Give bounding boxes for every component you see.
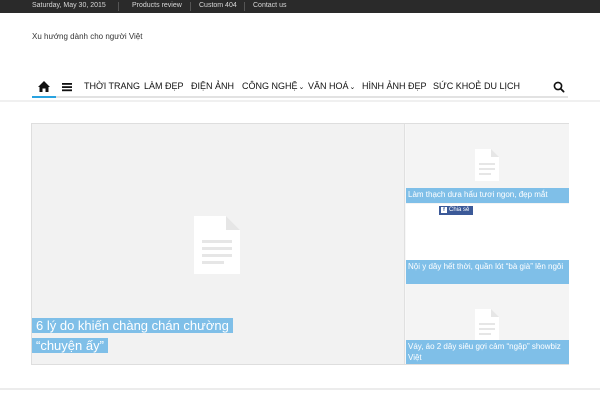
search-icon [553,81,565,93]
nav-item-van-hoa[interactable]: VĂN HOÁ⌄ [308,81,355,91]
share-label: Chia sẻ [449,207,470,213]
top-bar: Saturday, May 30, 2015 Products review C… [0,0,600,13]
nav-item-hinh-anh-dep[interactable]: HÌNH ẢNH ĐẸP [362,81,427,91]
featured-grid: 6 lý do khiến chàng chán chường “chuyện … [31,123,569,365]
facebook-icon: f [441,207,447,213]
nav-shadow [0,100,600,102]
nav-item-cong-nghe[interactable]: CÔNG NGHỆ⌄ [242,81,304,91]
site-tagline: Xu hướng dành cho người Việt [32,32,143,41]
nav-item-label: VĂN HOÁ [308,81,349,91]
chevron-down-icon: ⌄ [298,84,305,91]
featured-main-title[interactable]: 6 lý do khiến chàng chán chường “chuyện … [32,316,233,356]
home-icon [38,81,50,92]
menu-icon [62,83,72,92]
divider [190,2,191,11]
nav-item-dien-anh[interactable]: ĐIỆN ẢNH [191,81,234,91]
document-icon [194,216,240,274]
nav-item-lam-dep[interactable]: LÀM ĐẸP [144,81,184,91]
featured-side-article-1[interactable]: Làm thạch dưa hấu tươi ngon, đẹp mắt [406,124,569,204]
divider [244,2,245,11]
featured-side-article-2[interactable]: Nội y dây hết thời, quần lót “bà già” lê… [406,204,569,284]
featured-side-title[interactable]: Váy, áo 2 dây siêu gợi cảm “ngập” showbi… [406,340,569,364]
featured-main-title-text: 6 lý do khiến chàng chán chường “chuyện … [32,318,233,353]
document-icon [475,309,499,341]
nav-item-suc-khoe[interactable]: SỨC KHOẺ [433,81,481,91]
featured-side-title[interactable]: Làm thạch dưa hấu tươi ngon, đẹp mắt [406,188,569,203]
main-navigation: THỜI TRANG LÀM ĐẸP ĐIỆN ẢNH CÔNG NGHỆ⌄ V… [32,76,568,98]
top-link-products-review[interactable]: Products review [132,2,182,9]
nav-item-du-lich[interactable]: DU LỊCH [484,81,520,91]
footer-divider [0,388,600,390]
nav-item-label: CÔNG NGHỆ [242,81,298,91]
document-icon [475,149,499,181]
top-link-contact-us[interactable]: Contact us [253,2,286,9]
featured-side-title[interactable]: Nội y dây hết thời, quần lót “bà già” lê… [406,260,569,284]
search-button[interactable] [552,80,566,94]
nav-item-thoi-trang[interactable]: THỜI TRANG [84,81,140,91]
chevron-down-icon: ⌄ [349,84,356,91]
divider [118,2,119,11]
top-link-custom-404[interactable]: Custom 404 [199,2,237,9]
home-button[interactable] [32,76,56,98]
current-date: Saturday, May 30, 2015 [32,2,106,9]
featured-side-article-3[interactable]: Váy, áo 2 dây siêu gợi cảm “ngập” showbi… [406,284,569,364]
featured-main-article[interactable]: 6 lý do khiến chàng chán chường “chuyện … [32,124,405,364]
menu-button[interactable] [60,80,74,94]
facebook-share-button[interactable]: f Chia sẻ [439,206,473,215]
